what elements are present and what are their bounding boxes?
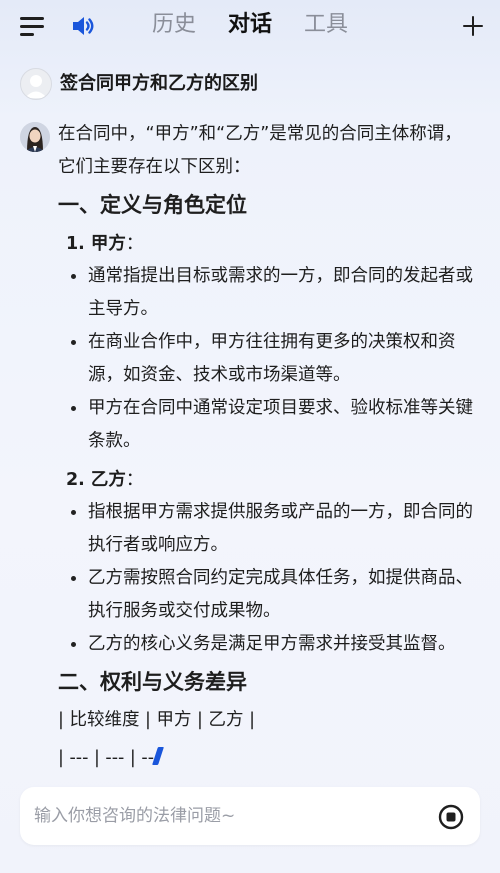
assistant-answer: 在合同中，“甲方”和“乙方”是常见的合同主体称谓，它们主要存在以下区别： 一、定… xyxy=(58,118,478,775)
markdown-table-separator-text: | --- | --- | -- xyxy=(58,748,155,768)
bot-avatar xyxy=(20,122,50,152)
tab-chat[interactable]: 对话 xyxy=(228,9,272,41)
user-avatar xyxy=(20,68,52,100)
list-item: 在商业合作中，甲方往往拥有更多的决策权和资源，如资金、技术或市场渠道等。 xyxy=(58,326,478,392)
answer-intro: 在合同中，“甲方”和“乙方”是常见的合同主体称谓，它们主要存在以下区别： xyxy=(58,124,462,177)
tab-tools[interactable]: 工具 xyxy=(304,9,348,41)
tab-history[interactable]: 历史 xyxy=(152,9,196,41)
list-item: 指根据甲方需求提供服务或产品的一方，即合同的执行者或响应方。 xyxy=(58,496,478,562)
party-b-suffix: ： xyxy=(125,470,144,490)
tab-bar: 历史 对话 工具 xyxy=(0,9,500,41)
party-b-bullets: 指根据甲方需求提供服务或产品的一方，即合同的执行者或响应方。 乙方需按照合同约定… xyxy=(58,496,478,661)
plus-icon[interactable] xyxy=(462,15,484,37)
party-a-bullets: 通常指提出目标或需求的一方，即合同的发起者或主导方。 在商业合作中，甲方往往拥有… xyxy=(58,260,478,458)
list-item: 通常指提出目标或需求的一方，即合同的发起者或主导方。 xyxy=(58,260,478,326)
question-input-placeholder[interactable]: 输入你想咨询的法律问题~ xyxy=(34,803,235,829)
subheading-party-a: 1. 甲方： xyxy=(66,228,478,260)
list-item: 乙方需按照合同约定完成具体任务，如提供商品、执行服务或交付成果物。 xyxy=(58,562,478,628)
markdown-table-header: | 比较维度 | 甲方 | 乙方 | xyxy=(58,710,255,730)
user-message: 签合同甲方和乙方的区别 xyxy=(20,68,480,100)
markdown-table-separator: | --- | --- | -- xyxy=(58,741,478,775)
party-b-label: 2. 乙方 xyxy=(66,470,126,490)
stop-icon[interactable] xyxy=(438,804,464,830)
list-item: 乙方的核心义务是满足甲方需求并接受其监督。 xyxy=(58,628,478,661)
list-item: 甲方在合同中通常设定项目要求、验收标准等关键条款。 xyxy=(58,392,478,458)
user-question-text: 签合同甲方和乙方的区别 xyxy=(60,73,258,94)
top-bar: 历史 对话 工具 xyxy=(0,0,500,52)
section-heading-definition: 一、定义与角色定位 xyxy=(58,193,247,217)
party-a-label: 1. 甲方 xyxy=(66,234,126,254)
subheading-party-b: 2. 乙方： xyxy=(66,464,478,496)
section-heading-rights: 二、权利与义务差异 xyxy=(58,670,247,694)
question-input-box[interactable]: 输入你想咨询的法律问题~ xyxy=(20,787,480,845)
party-a-suffix: ： xyxy=(125,234,144,254)
